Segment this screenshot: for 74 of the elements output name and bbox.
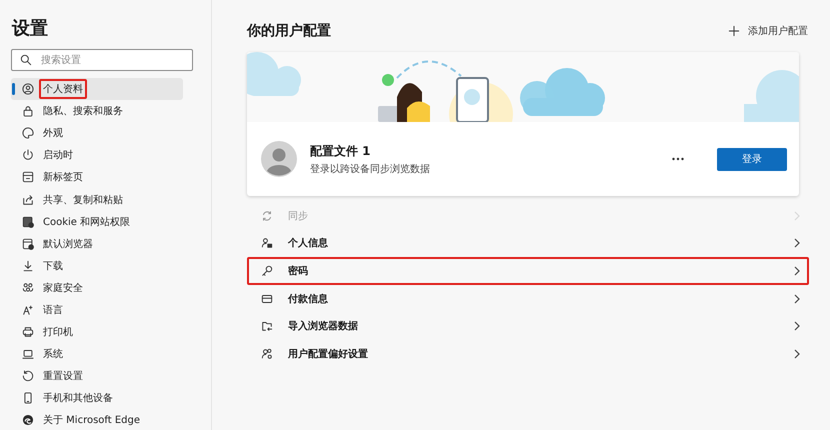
chevron-icon: [793, 210, 801, 221]
sidebar-item[interactable]: 下载: [11, 254, 183, 277]
settings-row[interactable]: 用户配置偏好设置: [247, 340, 809, 368]
sign-in-button[interactable]: 登录: [717, 148, 787, 170]
download-icon: [21, 258, 35, 273]
sidebar-item[interactable]: 语言: [11, 298, 183, 322]
lock-icon: [21, 104, 35, 118]
search-field[interactable]: 搜索设置: [11, 49, 193, 71]
sidebar-item[interactable]: 打印机: [11, 321, 183, 344]
sidebar-item[interactable]: 新标签页: [11, 166, 183, 188]
item-label: 默认浏览器: [42, 238, 94, 252]
import-icon: [260, 319, 274, 334]
item-label: 系统: [42, 348, 64, 362]
sidebar-item[interactable]: 默认浏览器: [11, 232, 183, 255]
chevron-icon: [793, 348, 801, 359]
item-label: 重置设置: [42, 370, 84, 384]
item-label: 手机和其他设备: [42, 392, 114, 406]
item-label: 关于 Microsoft Edge: [42, 414, 142, 428]
add-profile-button[interactable]: 添加用户配置: [727, 24, 808, 38]
settings-row[interactable]: 付款信息: [247, 284, 809, 312]
item-label: Cookie 和网站权限: [42, 216, 132, 230]
settings-title: 设置: [12, 18, 49, 40]
site-permissions-icon: [21, 214, 35, 229]
item-label: 外观: [42, 127, 64, 142]
profile-subtitle: 登录以跨设备同步浏览数据: [310, 162, 431, 176]
reset-icon: [21, 369, 35, 384]
sidebar-item[interactable]: 关于 Microsoft Edge: [11, 409, 183, 430]
sidebar-item[interactable]: 家庭安全: [11, 276, 183, 299]
edge-logo-icon: [21, 413, 35, 428]
chevron-icon: [793, 238, 801, 248]
chevron-icon: [793, 321, 801, 332]
laptop-icon: [21, 347, 35, 362]
sidebar-item[interactable]: 手机和其他设备: [11, 387, 183, 410]
item-label: 下载: [42, 260, 64, 274]
item-label: 启动时: [42, 148, 74, 164]
new-tab-icon: [21, 170, 35, 184]
personal-info-icon: [260, 236, 274, 250]
sync-icon: [260, 208, 274, 223]
item-label: 新标签页: [42, 170, 84, 186]
sidebar-item[interactable]: 启动时: [11, 144, 183, 166]
share-icon: [21, 192, 35, 207]
highlighted-settings-row[interactable]: 密码: [247, 257, 809, 285]
sidebar-item[interactable]: 隐私、搜索和服务: [11, 100, 183, 122]
settings-row[interactable]: 个人信息: [247, 230, 809, 258]
sidebar-item[interactable]: 外观: [11, 122, 183, 144]
printer-icon: [21, 325, 35, 340]
profile-icon: [21, 82, 35, 96]
sidebar-item[interactable]: 共享、复制和粘贴: [11, 188, 183, 211]
item-label: 家庭安全: [42, 282, 84, 296]
default-browser-icon: [21, 236, 35, 251]
sidebar-item[interactable]: 重置设置: [11, 365, 183, 388]
chevron-icon: [793, 266, 801, 276]
item-label: 语言: [42, 304, 64, 318]
more-icon[interactable]: [672, 157, 684, 161]
item-label: 隐私、搜索和服务: [42, 104, 124, 120]
key-icon: [260, 264, 274, 278]
item-label: 打印机: [42, 326, 74, 340]
language-icon: [23, 306, 33, 315]
sidebar-item[interactable]: Cookie 和网站权限: [11, 210, 183, 233]
page-title: 你的用户配置: [247, 22, 331, 40]
chevron-icon: [793, 294, 801, 304]
plus-icon: [727, 24, 741, 38]
profile-name: 配置文件 1: [310, 142, 372, 160]
selection-bar: [12, 83, 15, 95]
search-icon: [19, 53, 33, 67]
profile-settings-icon: [260, 346, 274, 361]
highlighted-label: 个人资料: [39, 79, 87, 100]
avatar-icon: [261, 141, 297, 177]
sidebar-item[interactable]: 系统: [11, 343, 183, 366]
power-icon: [21, 148, 35, 162]
palette-icon: [21, 126, 35, 140]
sidebar-item[interactable]: 个人资料: [11, 78, 183, 100]
item-label: 共享、复制和粘贴: [42, 194, 124, 208]
settings-row[interactable]: 导入浏览器数据: [247, 312, 809, 340]
